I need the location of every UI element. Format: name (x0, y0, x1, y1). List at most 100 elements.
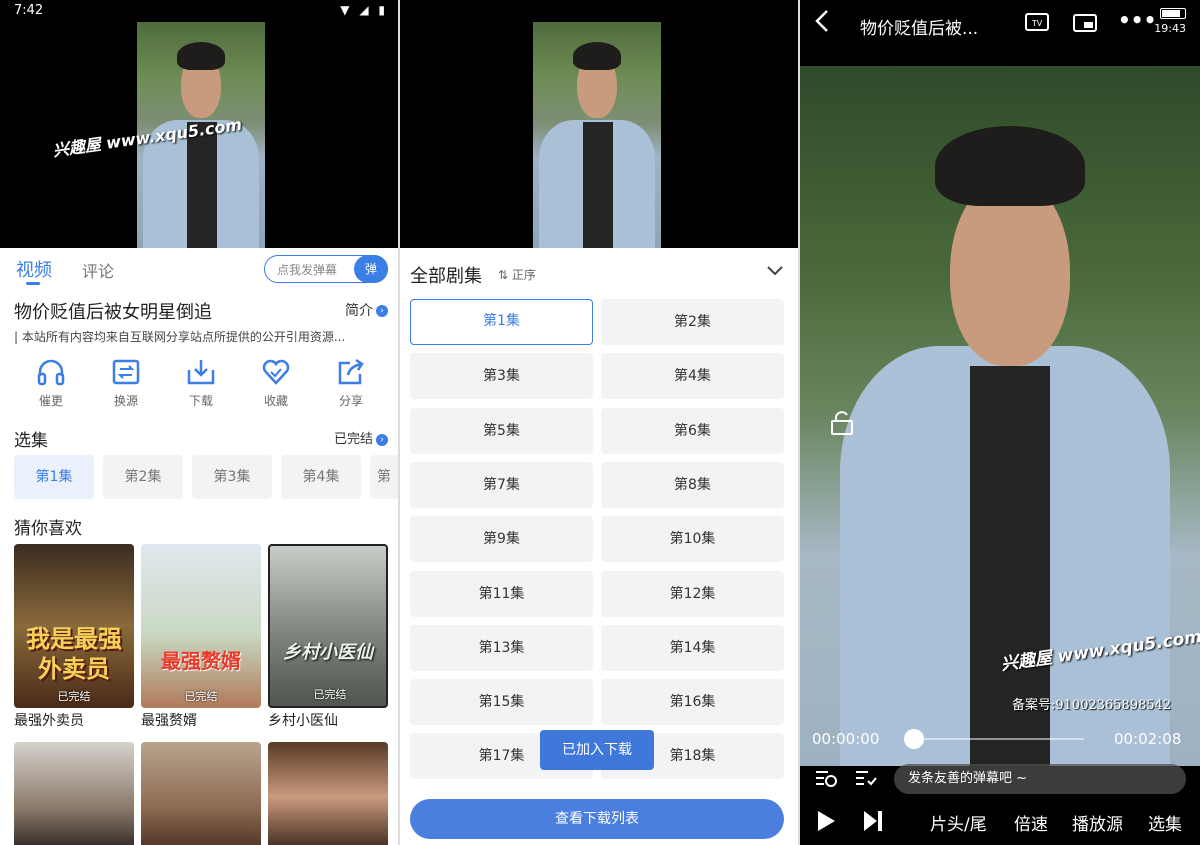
episodes-status-link[interactable]: 已完结 › (334, 428, 388, 447)
episode-item[interactable]: 第9集 (410, 516, 593, 563)
download-button[interactable]: 下载 (171, 358, 231, 409)
tv-cast-icon[interactable]: TV (1024, 12, 1050, 38)
download-toast: 已加入下载 (540, 730, 654, 770)
fullscreen-player: 物价贬值后被... TV ••• 19:43 兴趣屋 www.xqu5.com … (800, 0, 1200, 845)
recommend-card[interactable] (14, 742, 134, 845)
episode-item[interactable]: 第13集 (410, 624, 593, 671)
more-options-icon[interactable]: ••• (1118, 8, 1156, 32)
speed-button[interactable]: 倍速 (1014, 810, 1048, 835)
share-icon (335, 358, 367, 386)
urge-update-button[interactable]: 催更 (21, 358, 81, 409)
video-player[interactable] (400, 0, 798, 248)
poster-title: 乡村小医仙 (283, 642, 373, 663)
recommend-name: 最强赘婿 (141, 713, 197, 729)
player-top-bar: 物价贬值后被... TV ••• 19:43 (800, 0, 1200, 60)
status-badge: 已完结 (313, 688, 347, 701)
episode-item[interactable]: 第5集 (410, 407, 593, 454)
episode-item[interactable]: 第1集 (410, 299, 593, 345)
recommend-card[interactable]: 我是最强外卖员 已完结 最强外卖员 (14, 544, 134, 730)
drama-title: 物价贬值后被女明星倒追 (14, 302, 212, 323)
next-episode-icon[interactable] (862, 810, 884, 836)
episode-item[interactable]: 第3集 (410, 353, 593, 400)
episodes-status: 已完结 (333, 432, 373, 447)
episodes-button[interactable]: 选集 (1148, 810, 1182, 835)
sort-icon: ⇅ (498, 268, 509, 282)
status-icons: ▼ ◢ ▮ (340, 3, 388, 17)
episode-item[interactable]: 第2集 (601, 299, 784, 345)
recommend-card[interactable] (141, 742, 261, 845)
switch-source-button[interactable]: 换源 (96, 358, 156, 409)
recommend-poster: 我是最强外卖员 已完结 (14, 544, 134, 708)
video-player[interactable]: 7:42 ▼ ◢ ▮ 兴趣屋 www.xqu5.com (0, 0, 398, 248)
poster-title: 最强赘婿 (161, 649, 241, 673)
player-title: 物价贬值后被... (860, 19, 979, 39)
filing-number: 备案号:91002365898542 (1012, 698, 1172, 713)
seek-bar[interactable] (904, 738, 1084, 740)
action-label: 换源 (113, 394, 138, 408)
picture-in-picture-icon[interactable] (1072, 12, 1098, 38)
favorite-button[interactable]: 收藏 (246, 358, 306, 409)
episode-item[interactable]: 第12集 (601, 570, 784, 617)
episode-item[interactable]: 第4集 (601, 353, 784, 400)
chevron-right-icon: › (376, 433, 388, 446)
episode-chip[interactable]: 第2集 (103, 455, 183, 499)
episodes-title: 选集 (14, 431, 48, 451)
intro-outro-button[interactable]: 片头/尾 (930, 810, 987, 835)
episode-item[interactable]: 第16集 (601, 679, 784, 726)
intro-link[interactable]: 简介 › (345, 300, 388, 320)
episode-item[interactable]: 第6集 (601, 407, 784, 454)
recommend-title: 猜你喜欢 (14, 519, 82, 539)
episode-chip[interactable]: 第3集 (192, 455, 272, 499)
danmaku-input[interactable]: 发条友善的弹幕吧 ~ (894, 764, 1186, 794)
danmaku-toggle-icon[interactable] (814, 768, 838, 792)
player-clock: 19:43 (1154, 22, 1186, 35)
episode-item[interactable]: 第11集 (410, 570, 593, 617)
action-label: 收藏 (263, 394, 288, 408)
switch-source-icon (110, 358, 142, 386)
lock-icon[interactable] (830, 410, 854, 438)
status-badge: 已完结 (184, 690, 218, 703)
share-button[interactable]: 分享 (321, 358, 381, 409)
tab-video[interactable]: 视频 (16, 256, 52, 282)
danmaku-settings-icon[interactable] (854, 768, 878, 792)
danmaku-send-button[interactable]: 弹 (354, 255, 388, 283)
episode-chip[interactable]: 第 (370, 455, 398, 499)
play-icon[interactable] (816, 810, 836, 836)
recommend-name: 最强外卖员 (14, 713, 84, 729)
recommend-poster (14, 742, 134, 845)
action-label: 分享 (338, 394, 363, 408)
recommend-poster: 最强赘婿 已完结 (141, 544, 261, 708)
seek-handle[interactable] (904, 729, 924, 749)
recommend-card[interactable]: 最强赘婿 已完结 最强赘婿 (141, 544, 261, 730)
episode-item[interactable]: 第14集 (601, 624, 784, 671)
action-label: 下载 (188, 394, 213, 408)
episode-item[interactable]: 第7集 (410, 461, 593, 508)
heart-icon (260, 358, 292, 386)
view-download-list-button[interactable]: 查看下载列表 (410, 799, 784, 839)
play-source-button[interactable]: 播放源 (1072, 810, 1123, 835)
download-icon (185, 358, 217, 386)
recommend-card[interactable] (268, 742, 388, 845)
back-icon[interactable] (814, 8, 830, 41)
sort-toggle[interactable]: ⇅ 正序 (498, 266, 536, 283)
episode-item[interactable]: 第10集 (601, 516, 784, 563)
recommend-name: 乡村小医仙 (268, 713, 338, 729)
recommend-card[interactable]: 乡村小医仙 已完结 乡村小医仙 (268, 544, 388, 730)
episode-chip[interactable]: 第1集 (14, 455, 94, 499)
status-bar: 7:42 ▼ ◢ ▮ (0, 0, 398, 22)
video-frame (533, 22, 661, 248)
episode-chip[interactable]: 第4集 (281, 455, 361, 499)
headphones-icon (35, 358, 67, 386)
danmaku-input[interactable]: 点我发弹幕 弹 (264, 255, 388, 283)
episode-list-screen: 全部剧集 ⇅ 正序 第1集 第2集 第3集 第4集 第5集 第6集 第7集 第8集 第9集 第10… (400, 0, 798, 845)
status-badge: 已完结 (57, 690, 91, 703)
episode-item[interactable]: 第8集 (601, 461, 784, 508)
chevron-right-icon: › (376, 305, 388, 317)
chevron-down-icon[interactable] (766, 262, 784, 281)
recommend-poster (268, 742, 388, 845)
recommend-poster: 乡村小医仙 已完结 (268, 544, 388, 708)
tab-comments[interactable]: 评论 (82, 258, 114, 282)
episode-item[interactable]: 第15集 (410, 679, 593, 726)
tab-indicator (26, 282, 40, 285)
total-time: 00:02:08 (1114, 730, 1182, 748)
